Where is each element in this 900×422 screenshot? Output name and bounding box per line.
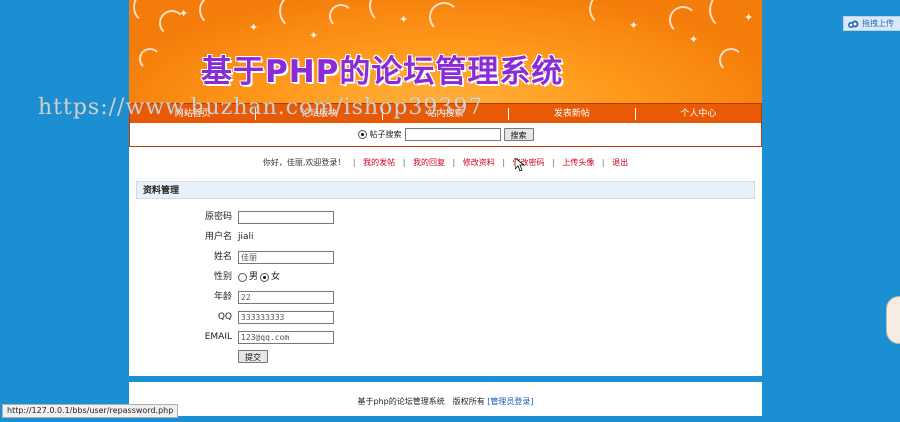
footer-copyright: 基于php的论坛管理系统 版权所有 (357, 397, 485, 406)
admin-login-link[interactable]: [管理员登录] (487, 397, 533, 406)
separator: | (452, 158, 456, 167)
form-row-email: EMAIL 123@qq.com (129, 330, 762, 344)
main-content: 你好，佳丽,欢迎登录！ | 我的发帖 | 我的回复 | 修改资料 | 修改密码 … (129, 147, 762, 376)
banner-swirl (719, 48, 743, 72)
greeting-text: 你好，佳丽,欢迎登录！ (262, 158, 346, 167)
nav-item-profile[interactable]: 个人中心 (636, 108, 761, 120)
gender-male-radio[interactable] (238, 272, 247, 282)
cloud-icon (848, 20, 859, 28)
butterfly-icon: ✦ (249, 21, 259, 34)
banner-swirl (429, 2, 459, 32)
banner-swirl (709, 0, 749, 30)
form-row-username: 用户名 jiali (129, 230, 762, 244)
banner-swirl (139, 48, 161, 70)
butterfly-icon: ✦ (179, 7, 189, 20)
upload-label: 拖拽上传 (862, 19, 894, 28)
search-type-label: 帖子搜索 (369, 130, 402, 139)
age-input[interactable]: 22 (238, 291, 334, 304)
email-input[interactable]: 123@qq.com (238, 331, 334, 344)
form-row-gender: 性别 男 女 (129, 270, 762, 284)
search-input[interactable] (404, 128, 501, 141)
butterfly-icon: ✦ (399, 13, 409, 26)
qq-label: QQ (217, 312, 232, 322)
panel-title: 资料管理 (136, 181, 755, 199)
page-container: ✦ ✦ ✦ ✦ ✦ ✦ ✦ 基于PHP的论坛管理系统 网站首页 论坛版块 站内搜… (129, 0, 762, 416)
separator: | (402, 158, 406, 167)
old-password-label: 原密码 (204, 212, 232, 222)
old-password-input[interactable] (238, 211, 334, 224)
qq-input[interactable]: 333333333 (238, 311, 334, 324)
link-logout[interactable]: 退出 (612, 158, 628, 167)
site-title: 基于PHP的论坛管理系统 (201, 54, 564, 90)
butterfly-icon: ✦ (629, 19, 639, 32)
name-label: 姓名 (213, 252, 232, 262)
separator: | (601, 158, 605, 167)
banner-swirl (279, 0, 317, 30)
form-row-old-password: 原密码 (129, 210, 762, 224)
link-my-replies[interactable]: 我的回复 (413, 158, 445, 167)
gender-female-label: 女 (271, 272, 281, 282)
search-type-radio[interactable] (357, 130, 367, 139)
banner-swirl (669, 6, 697, 34)
banner-swirl (329, 4, 353, 28)
avatar[interactable] (886, 296, 900, 344)
username-value: jiali (238, 232, 254, 242)
submit-button[interactable]: 提交 (238, 350, 268, 363)
link-upload-avatar[interactable]: 上传头像 (562, 158, 594, 167)
upload-widget[interactable]: 拖拽上传 (843, 16, 900, 31)
username-label: 用户名 (204, 232, 232, 242)
nav-item-new-post[interactable]: 发表新帖 (509, 107, 636, 120)
separator: | (552, 158, 555, 167)
banner-swirl (199, 0, 231, 26)
banner-swirl (589, 0, 623, 26)
gender-label: 性别 (213, 272, 232, 282)
form-row-name: 姓名 佳丽 (129, 250, 762, 264)
link-my-posts[interactable]: 我的发帖 (363, 158, 395, 167)
butterfly-icon: ✦ (689, 33, 699, 46)
search-bar: 帖子搜索 搜索 (129, 123, 762, 147)
separator: | (352, 158, 356, 167)
age-label: 年龄 (213, 292, 232, 302)
user-menu: 你好，佳丽,欢迎登录！ | 我的发帖 | 我的回复 | 修改资料 | 修改密码 … (129, 157, 762, 168)
footer: 基于php的论坛管理系统 版权所有 [管理员登录] (129, 382, 762, 416)
mouse-cursor-icon (515, 158, 525, 172)
form-row-submit: 提交 (129, 349, 762, 363)
form-row-age: 年龄 22 (129, 290, 762, 304)
butterfly-icon: ✦ (309, 29, 319, 42)
gender-male-label: 男 (249, 272, 259, 282)
form-row-qq: QQ 333333333 (129, 310, 762, 324)
gender-female-radio[interactable] (260, 272, 270, 282)
email-label: EMAIL (204, 332, 232, 342)
butterfly-icon: ✦ (744, 11, 754, 24)
search-button[interactable]: 搜索 (503, 128, 534, 141)
link-edit-profile[interactable]: 修改资料 (463, 158, 495, 167)
separator: | (502, 158, 506, 167)
name-input[interactable]: 佳丽 (238, 251, 334, 264)
header-banner: ✦ ✦ ✦ ✦ ✦ ✦ ✦ 基于PHP的论坛管理系统 (129, 0, 762, 103)
watermark-text: https://www.huzhan.com/ishop39397 (38, 95, 484, 120)
